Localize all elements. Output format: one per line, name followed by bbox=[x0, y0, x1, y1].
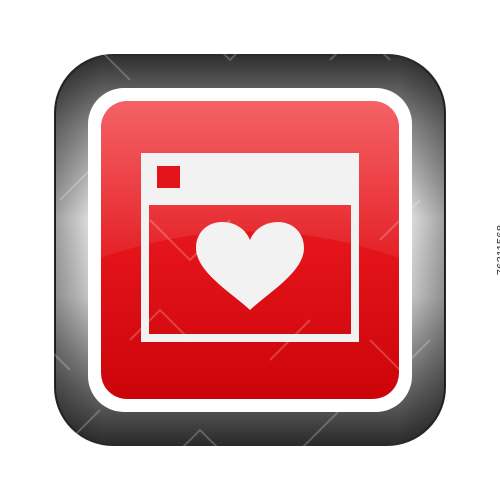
stock-image: 76311568 bbox=[0, 0, 500, 500]
stock-id-label: 76311568 bbox=[496, 224, 500, 276]
web-page-heart-icon[interactable] bbox=[0, 0, 500, 500]
window-control-square bbox=[157, 166, 180, 188]
